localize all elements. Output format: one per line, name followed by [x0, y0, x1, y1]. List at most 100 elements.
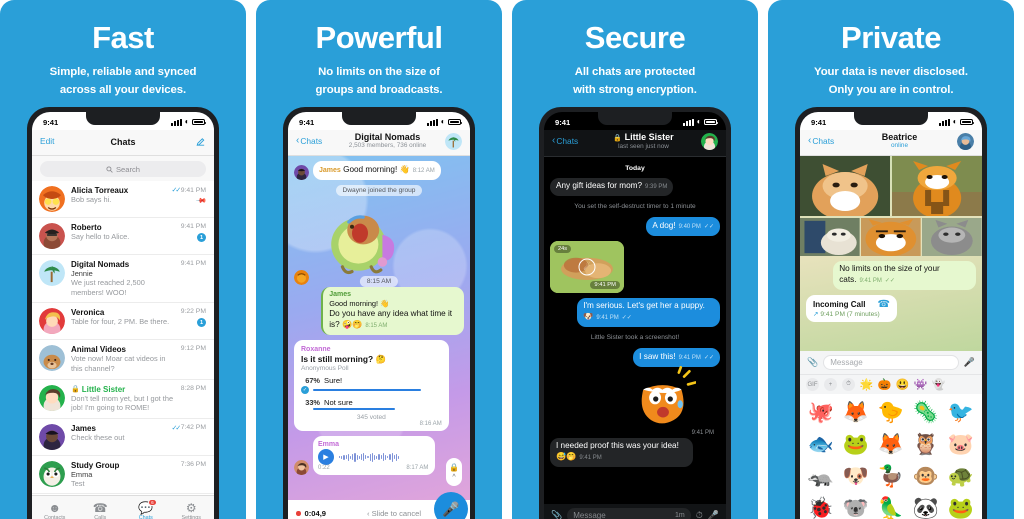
avatar[interactable]	[701, 132, 718, 150]
table-row[interactable]: Alicia Torreaux Bob says hi. ✓✓ 9:41 PM …	[32, 181, 214, 218]
sticker-item[interactable]: 🐵	[909, 461, 943, 492]
sticker-grid[interactable]: 🐙 🦊 🐤 🦠 🐦 🐟 🐸 🦊 🦉 🐷 🦡 🐶 🦆 🐵 🐢 🐞 🐨 🦜 🐼 🐸	[800, 394, 982, 519]
notch	[86, 112, 160, 125]
table-row[interactable]: James Check these out ✓✓ 7:42 PM	[32, 419, 214, 456]
album-photo[interactable]	[800, 217, 860, 256]
sticker-item[interactable]: 🐼	[909, 493, 943, 519]
sticker-tab-alien-icon[interactable]: 👾	[914, 378, 928, 391]
notch	[342, 112, 416, 125]
sticker-item[interactable]: 🐸	[944, 493, 978, 519]
album-photo[interactable]	[922, 217, 982, 256]
table-row[interactable]: Veronica Table for four, 2 PM. Be there.…	[32, 303, 214, 341]
sticker-item[interactable]: 🐙	[804, 397, 838, 428]
phone-icon[interactable]: ☎	[877, 299, 889, 310]
album-photo[interactable]	[800, 156, 891, 217]
back-button[interactable]: ‹ Chats	[552, 136, 586, 147]
record-lock-control[interactable]: 🔒 ^	[446, 458, 462, 487]
poll-card[interactable]: Roxanne Is it still morning? 🤔 Anonymous…	[294, 339, 449, 432]
sticker-tab-ghost-icon[interactable]: 👻	[932, 378, 946, 391]
clock-icon[interactable]: ⏱	[842, 378, 855, 392]
sticker-item[interactable]: 🐢	[944, 461, 978, 492]
search-input[interactable]: Search	[40, 161, 206, 177]
play-icon[interactable]: ▶	[318, 449, 334, 466]
panel-private: Private Your data is never disclosed. On…	[768, 0, 1014, 519]
sticker-tab-pumpkin-icon[interactable]: 🎃	[878, 378, 892, 391]
avatar	[39, 345, 65, 372]
table-row[interactable]: Animal Videos Vote now! Moar cat videos …	[32, 340, 214, 380]
sticker-item[interactable]: 🦠	[909, 397, 943, 428]
avatar[interactable]	[957, 132, 974, 150]
subtitle-line-1: No limits on the size of	[318, 66, 440, 78]
tab-chats[interactable]: 💬 6 Chats	[123, 496, 169, 519]
sticker-item[interactable]: 🦊	[839, 397, 873, 428]
sticker-item[interactable]: 🐦	[944, 397, 978, 428]
photo-album[interactable]	[800, 156, 982, 256]
avatar[interactable]	[445, 132, 462, 150]
sticker-time: 9:41 PM	[691, 429, 714, 436]
sticker-item[interactable]: 🐞	[804, 493, 838, 519]
status-time: 9:41	[43, 117, 59, 127]
sticker-tab-smiley-icon[interactable]: 😃	[896, 378, 910, 391]
sticker-item[interactable]: 🦆	[874, 461, 908, 492]
sticker-tab-bar[interactable]: GIF + ⏱ 🌟 🎃 😃 👾 👻	[800, 374, 982, 395]
album-photo[interactable]	[891, 156, 982, 217]
album-photo[interactable]	[861, 217, 921, 256]
back-button[interactable]: ‹ Chats	[808, 136, 842, 147]
sticker-item[interactable]: 🐷	[944, 429, 978, 460]
message-bubble: I saw this! 9:41 PM ✓✓	[633, 348, 720, 367]
message-input[interactable]: Message 1m	[567, 508, 691, 519]
table-row[interactable]: 🔒 Little Sister Don't tell mom yet, but …	[32, 380, 214, 419]
sticker-item[interactable]: 🦜	[874, 493, 908, 519]
sticker-item[interactable]: 🐶	[839, 461, 873, 492]
call-card[interactable]: Incoming Call ☎ ↗ 9:41 PM (7 minutes)	[806, 294, 897, 322]
mic-icon[interactable]: 🎤	[708, 510, 719, 519]
voice-message-card[interactable]: Emma ▶ 0:22 8:17 AM	[313, 436, 436, 476]
sticker-tab-star-icon[interactable]: 🌟	[860, 378, 874, 391]
poll-option[interactable]: 67% Sure!	[301, 376, 442, 385]
sticker-item[interactable]: 🦉	[909, 429, 943, 460]
chat-list[interactable]: Alicia Torreaux Bob says hi. ✓✓ 9:41 PM …	[32, 181, 214, 495]
message-input[interactable]: Message	[823, 355, 959, 371]
message-bubble: No limits on the size of your cats. 9:41 …	[833, 260, 976, 290]
sticker-item[interactable]: 🐤	[874, 397, 908, 428]
tab-bar[interactable]: ☻ Contacts ☎ Calls 💬 6 Chats ⚙ Settings	[32, 495, 214, 519]
paperclip-icon[interactable]: 📎	[807, 357, 818, 368]
edit-button[interactable]: Edit	[40, 136, 74, 146]
back-label: Chats	[556, 136, 579, 147]
search-placeholder: Search	[115, 164, 141, 174]
subtitle-line-2: with strong encryption.	[573, 83, 697, 96]
clock-icon[interactable]: ⏱	[696, 510, 703, 519]
chat-nav-bar: ‹ Chats 🔒 Little Sister last seen just n…	[544, 130, 726, 157]
phone-screen: 9:41 ◐ ‹ Chats 🔒 Little Sister last seen…	[544, 112, 726, 519]
chat-time: 9:41 PM	[180, 260, 206, 267]
gif-icon[interactable]: GIF	[806, 378, 819, 392]
back-button[interactable]: ‹ Chats	[296, 136, 330, 147]
poll-bar	[313, 407, 395, 411]
sticker-item[interactable]: 🦊	[874, 429, 908, 460]
plus-icon[interactable]: +	[824, 378, 837, 392]
chat-time: 9:12 PM	[180, 345, 206, 353]
sticker-item[interactable]: 🐟	[804, 429, 838, 460]
table-row[interactable]: Roberto Say hello to Alice. 9:41 PM 1	[32, 218, 214, 255]
sticker-item[interactable]: 🦡	[804, 461, 838, 492]
message-list: No limits on the size of your cats. 9:41 …	[800, 256, 982, 322]
tab-calls[interactable]: ☎ Calls	[78, 496, 124, 519]
table-row[interactable]: Digital Nomads Jennie We just reached 2,…	[32, 255, 214, 304]
wifi-icon: ◐	[952, 117, 958, 126]
tab-label: Contacts	[44, 515, 66, 519]
phone-screen: 9:41 ◐ ‹ Chats Beatrice online No limits…	[800, 112, 982, 519]
sticker-item[interactable]: 🐨	[839, 493, 873, 519]
tab-contacts[interactable]: ☻ Contacts	[32, 496, 78, 519]
outgoing-arrow-icon: ↗	[813, 310, 819, 318]
compose-icon[interactable]	[172, 136, 206, 147]
mic-icon[interactable]: 🎤	[434, 492, 468, 519]
mic-icon[interactable]: 🎤	[964, 357, 975, 368]
self-destruct-photo[interactable]: 24s ☄ 9:41 PM	[550, 240, 624, 293]
poll-option[interactable]: 33% Not sure	[301, 398, 442, 407]
paperclip-icon[interactable]: 📎	[551, 510, 562, 519]
tab-settings[interactable]: ⚙ Settings	[169, 496, 215, 519]
sticker-item[interactable]: 🐸	[839, 429, 873, 460]
message-bubble: James Good morning! 👋 Do you have any id…	[321, 286, 464, 335]
chat-nav-bar: ‹ Chats Digital Nomads 2,503 members, 73…	[288, 130, 470, 157]
table-row[interactable]: Study Group Emma Test 7:36 PM	[32, 456, 214, 495]
